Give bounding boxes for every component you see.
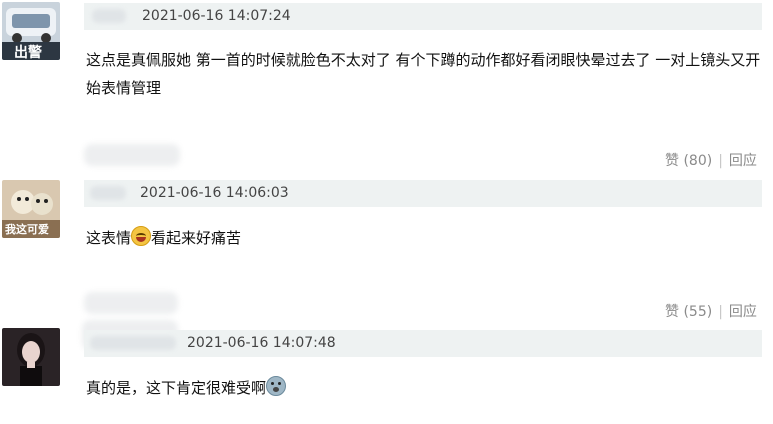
reply-button[interactable]: 回应 (729, 153, 757, 169)
comment-header: 2021-06-16 14:06:03 (84, 180, 762, 207)
comment-actions: 赞 (55) | 回应 (665, 301, 757, 321)
comment-text: 这表情 看起来好痛苦 (86, 224, 766, 252)
reply-button[interactable]: 回应 (729, 304, 757, 320)
avatar[interactable]: 出警 (2, 2, 60, 60)
blurred-username[interactable] (92, 9, 126, 23)
blurred-username[interactable] (90, 186, 126, 200)
comment-text-part: 真的是，这下肯定很难受啊 (86, 379, 267, 397)
action-divider: | (718, 153, 723, 169)
timestamp: 2021-06-16 14:07:48 (187, 335, 336, 351)
comment-header: 2021-06-16 14:07:48 (84, 330, 762, 357)
laughing-crying-emoji-icon (131, 226, 152, 246)
comment-text-part: 看起来好痛苦 (151, 229, 242, 247)
comment-header: 2021-06-16 14:07:24 (84, 3, 762, 30)
avatar-caption: 出警 (14, 45, 42, 60)
anxious-sweat-emoji-icon (266, 376, 287, 396)
like-button[interactable]: 赞 (80) (665, 153, 712, 169)
timestamp: 2021-06-16 14:06:03 (140, 185, 289, 201)
comment-text: 这点是真佩服她 第一首的时候就脸色不太对了 有个下蹲的动作都好看闭眼快晕过去了 … (86, 51, 761, 97)
comment-text: 真的是，这下肯定很难受啊 (86, 374, 766, 402)
blurred-reply-preview (84, 292, 178, 314)
blurred-reply-preview (84, 144, 180, 166)
action-divider: | (718, 304, 723, 320)
timestamp: 2021-06-16 14:07:24 (142, 8, 291, 24)
like-button[interactable]: 赞 (55) (665, 304, 712, 320)
blurred-username[interactable] (90, 336, 176, 350)
avatar[interactable] (2, 328, 60, 386)
comment-text-part: 这表情 (86, 229, 132, 247)
comment-actions: 赞 (80) | 回应 (665, 150, 757, 170)
avatar[interactable]: 我这可爱 (2, 180, 60, 238)
profile-photo-avatar-icon (2, 328, 60, 386)
avatar-caption: 我这可爱 (5, 223, 49, 236)
